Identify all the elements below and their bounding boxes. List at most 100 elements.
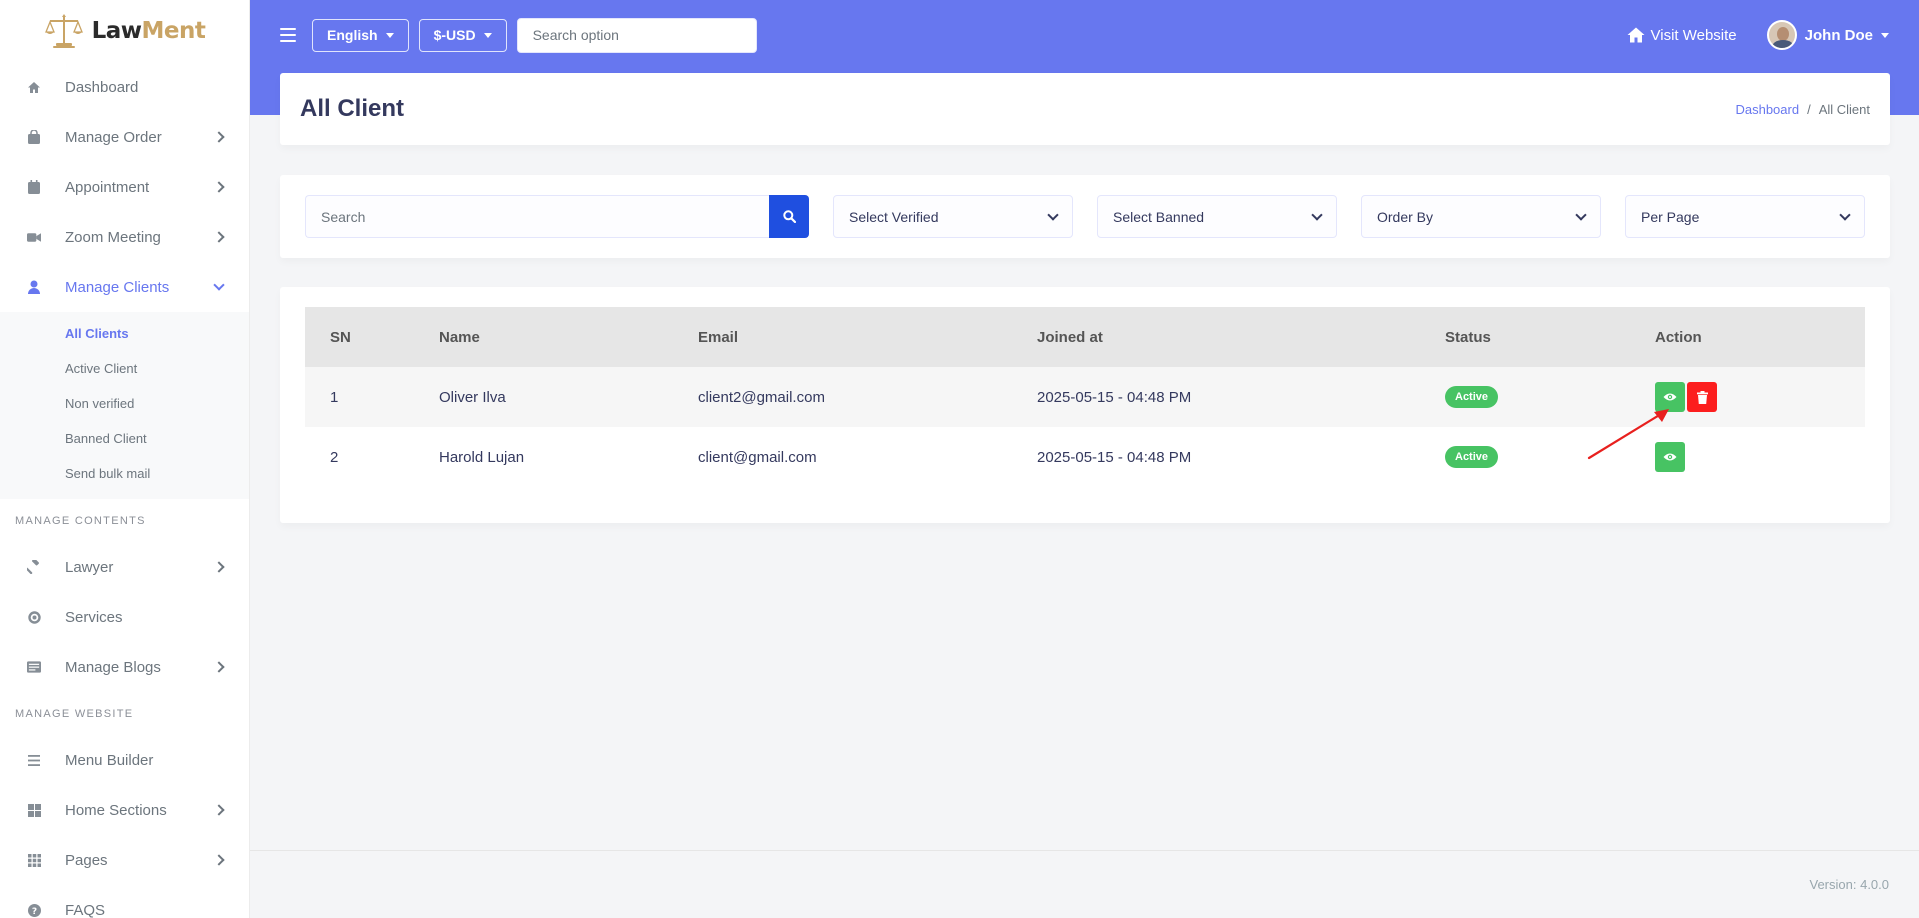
- brand-name: LawMent: [91, 18, 206, 44]
- status-badge[interactable]: Active: [1445, 386, 1499, 408]
- scales-logo-icon: [44, 14, 83, 48]
- clients-submenu: All Clients Active Client Non verified B…: [0, 312, 249, 499]
- chevron-right-icon: [213, 854, 225, 866]
- question-circle-icon: ?: [27, 903, 41, 917]
- menu-section-header: MANAGE WEBSITE: [15, 707, 134, 720]
- chevron-down-icon: [213, 279, 225, 291]
- user-name: John Doe: [1804, 26, 1873, 44]
- sidebar-item-faqs[interactable]: ? FAQS: [0, 885, 249, 918]
- status-badge[interactable]: Active: [1445, 446, 1499, 468]
- search-group: Search: [305, 195, 809, 238]
- search-icon: [782, 210, 796, 223]
- sidebar-item-home-sections[interactable]: Home Sections: [0, 785, 249, 835]
- cell-email: client@gmail.com: [698, 448, 817, 466]
- clients-table-card: SN Name Email Joined at Status Action 1 …: [280, 287, 1890, 523]
- caret-down-icon: [385, 32, 394, 38]
- chevron-right-icon: [213, 181, 225, 193]
- chevron-right-icon: [213, 661, 225, 673]
- select-banned-value: Select Banned: [1113, 208, 1205, 225]
- submenu-item-send-bulk-mail[interactable]: Send bulk mail: [0, 456, 249, 491]
- submenu-item-banned-client[interactable]: Banned Client: [0, 421, 249, 456]
- search-button[interactable]: [769, 195, 809, 238]
- chevron-down-icon: [1047, 208, 1059, 221]
- sidebar-item-label: Manage Clients: [65, 278, 170, 296]
- trash-icon: [1696, 390, 1708, 404]
- select-banned[interactable]: Select Banned: [1097, 195, 1337, 238]
- chevron-down-icon: [1575, 208, 1587, 221]
- grid-icon: [27, 803, 41, 817]
- submenu-item-non-verified[interactable]: Non verified: [0, 386, 249, 421]
- view-button[interactable]: [1655, 442, 1685, 472]
- user-dropdown[interactable]: John Doe: [1766, 20, 1889, 50]
- chevron-right-icon: [213, 131, 225, 143]
- column-header-joined: Joined at: [1037, 328, 1103, 346]
- sidebar-item-appointment[interactable]: Appointment: [0, 162, 249, 212]
- video-camera-icon: [27, 230, 41, 244]
- svg-text:?: ?: [31, 907, 36, 917]
- sidebar-item-label: FAQS: [65, 901, 106, 918]
- table-row: 1 Oliver Ilva client2@gmail.com 2025-05-…: [305, 367, 1865, 427]
- newspaper-icon: [27, 660, 41, 674]
- support-icon: [27, 610, 41, 624]
- menu-toggle-icon[interactable]: [280, 28, 296, 42]
- cell-sn: 1: [330, 388, 339, 406]
- sidebar-item-manage-order[interactable]: Manage Order: [0, 112, 249, 162]
- sidebar-item-dashboard[interactable]: Dashboard: [0, 62, 249, 112]
- visit-website-link[interactable]: Visit Website: [1627, 27, 1737, 44]
- chevron-right-icon: [213, 561, 225, 573]
- sidebar-item-lawyer[interactable]: Lawyer: [0, 542, 249, 592]
- column-header-status: Status: [1445, 328, 1491, 346]
- search-input[interactable]: Search: [305, 195, 769, 238]
- cell-action: [1655, 427, 1865, 487]
- currency-dropdown[interactable]: $-USD: [418, 18, 507, 52]
- language-dropdown[interactable]: English: [312, 18, 409, 52]
- cell-status: Active: [1445, 427, 1655, 487]
- select-verified-value: Select Verified: [849, 208, 939, 225]
- sidebar-item-manage-clients[interactable]: Manage Clients: [0, 262, 249, 312]
- language-label: English: [327, 27, 378, 43]
- eye-icon: [1663, 393, 1677, 401]
- page-title: All Client: [300, 95, 405, 122]
- sidebar-item-menu-builder[interactable]: Menu Builder: [0, 735, 249, 785]
- sidebar-item-manage-blogs[interactable]: Manage Blogs: [0, 642, 249, 692]
- shopping-bag-icon: [27, 130, 41, 144]
- submenu-item-all-clients[interactable]: All Clients: [0, 316, 249, 351]
- select-per-page-value: Per Page: [1641, 208, 1700, 225]
- breadcrumb-current: All Client: [1818, 101, 1870, 117]
- bars-icon: [27, 753, 41, 767]
- sidebar-item-zoom-meeting[interactable]: Zoom Meeting: [0, 212, 249, 262]
- caret-down-icon: [1881, 32, 1889, 38]
- breadcrumb-separator: /: [1807, 101, 1811, 117]
- select-order-by[interactable]: Order By: [1361, 195, 1601, 238]
- column-header-action: Action: [1655, 328, 1702, 346]
- search-option-input[interactable]: Search option: [516, 17, 757, 53]
- page-header: All Client Dashboard / All Client: [280, 73, 1890, 145]
- select-per-page[interactable]: Per Page: [1625, 195, 1865, 238]
- view-button[interactable]: [1655, 382, 1685, 412]
- currency-label: $-USD: [433, 27, 476, 43]
- cell-action: [1655, 367, 1865, 427]
- submenu-item-active-client[interactable]: Active Client: [0, 351, 249, 386]
- table-row: 2 Harold Lujan client@gmail.com 2025-05-…: [305, 427, 1865, 487]
- topbar-right: Visit Website John Doe: [1627, 0, 1889, 70]
- chevron-right-icon: [213, 231, 225, 243]
- sidebar-item-label: Manage Blogs: [65, 658, 161, 676]
- calendar-icon: [27, 180, 41, 194]
- select-verified[interactable]: Select Verified: [833, 195, 1073, 238]
- cell-joined: 2025-05-15 - 04:48 PM: [1037, 448, 1192, 466]
- brand-logo-link[interactable]: LawMent: [0, 0, 249, 62]
- sidebar: LawMent Dashboard Manage Order Appointme…: [0, 0, 250, 918]
- delete-button[interactable]: [1687, 382, 1717, 412]
- column-header-email: Email: [698, 328, 739, 346]
- home-icon: [1627, 27, 1644, 43]
- sidebar-item-services[interactable]: Services: [0, 592, 249, 642]
- column-header-sn: SN: [330, 328, 351, 346]
- breadcrumb-dashboard-link[interactable]: Dashboard: [1735, 102, 1799, 117]
- cell-name: Harold Lujan: [439, 448, 525, 466]
- topbar: English $-USD Search option Visit Websit…: [250, 0, 1919, 70]
- sidebar-item-pages[interactable]: Pages: [0, 835, 249, 885]
- sidebar-item-label: Home Sections: [65, 801, 167, 819]
- chevron-down-icon: [1839, 208, 1851, 221]
- chevron-right-icon: [213, 804, 225, 816]
- caret-down-icon: [483, 32, 492, 38]
